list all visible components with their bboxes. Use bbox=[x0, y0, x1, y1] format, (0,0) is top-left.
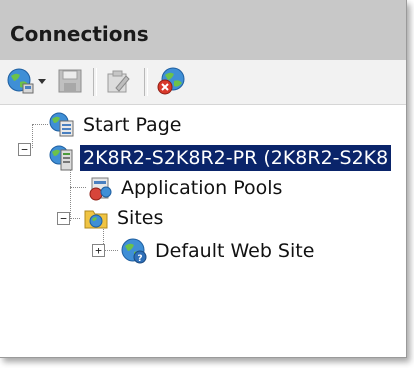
website-globe-icon: ? bbox=[120, 237, 148, 265]
svg-text:?: ? bbox=[137, 254, 142, 264]
tree-item-label: 2K8R2-S2K8R2-PR (2K8R2-S2K8 bbox=[80, 145, 392, 171]
connect-globe-icon[interactable] bbox=[6, 66, 36, 96]
expand-toggle[interactable]: + bbox=[92, 244, 105, 257]
tree-item-start-page[interactable]: Start Page bbox=[48, 110, 184, 140]
dropdown-arrow-icon[interactable] bbox=[37, 76, 47, 106]
sites-folder-icon bbox=[82, 204, 110, 232]
tree-item-label: Default Web Site bbox=[155, 240, 315, 262]
tree-item-default-web-site[interactable]: ? Default Web Site bbox=[120, 236, 317, 266]
save-icon[interactable] bbox=[56, 66, 84, 96]
tree-item-sites[interactable]: Sites bbox=[82, 203, 166, 233]
panel-header: Connections bbox=[0, 0, 406, 60]
tree-item-server[interactable]: 2K8R2-S2K8R2-PR (2K8R2-S2K8 bbox=[48, 143, 392, 173]
application-pools-icon bbox=[86, 174, 114, 202]
panel-title: Connections bbox=[10, 22, 149, 46]
connections-tree: Start Page − 2K8R2-S2K8R2-PR (2K8R2-S2K8 bbox=[0, 105, 406, 357]
collapse-toggle[interactable]: − bbox=[18, 143, 31, 156]
tree-item-label: Sites bbox=[117, 207, 164, 229]
tree-item-application-pools[interactable]: Application Pools bbox=[86, 173, 285, 203]
server-icon bbox=[48, 144, 76, 172]
toolbar-separator bbox=[144, 68, 148, 96]
start-page-icon bbox=[48, 111, 76, 139]
connections-panel: Connections Start Page − 2K8R2-S2K8R2-PR… bbox=[0, 0, 407, 358]
tree-item-label: Application Pools bbox=[121, 177, 283, 199]
connections-toolbar bbox=[0, 60, 406, 105]
toolbar-separator bbox=[93, 68, 97, 96]
collapse-toggle[interactable]: − bbox=[57, 212, 70, 225]
tree-item-label: Start Page bbox=[83, 114, 182, 136]
disconnect-icon[interactable] bbox=[156, 66, 188, 96]
edit-icon[interactable] bbox=[104, 66, 132, 96]
